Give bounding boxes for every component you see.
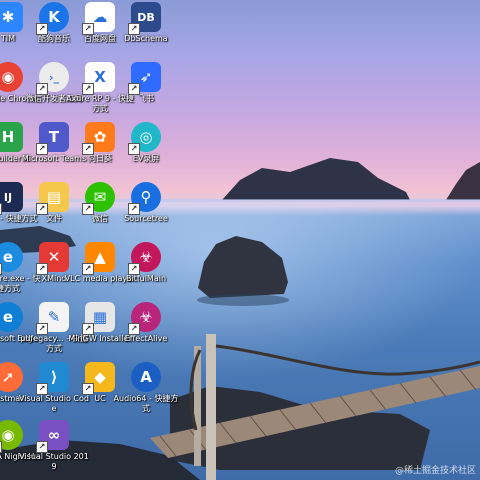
shortcut-arrow-icon: ↗ [128, 323, 140, 335]
shortcut-arrow-icon: ↗ [82, 203, 94, 215]
center-rock [198, 236, 288, 298]
visual-studio-icon: ∞ ↗ [36, 420, 69, 453]
shortcut-arrow-icon: ↗ [128, 83, 140, 95]
desktop-icon-label: Audio64 - 快捷方式 [113, 394, 179, 413]
shortcut-arrow-icon: ↗ [128, 23, 140, 35]
shortcut-arrow-icon: ↗ [82, 323, 94, 335]
center-rock-reflection [197, 294, 289, 306]
shortcut-arrow-icon: ↗ [36, 23, 48, 35]
shortcut-arrow-icon: ↗ [82, 263, 94, 275]
feishu-icon: ➶ ↗ [128, 62, 161, 95]
desktop: ✱TIMK↗酷狗音乐☁↗百度网盘DB↗DbSchema◉Google Chrom… [0, 0, 480, 480]
shortcut-arrow-icon: ↗ [128, 263, 140, 275]
shortcut-arrow-icon: ↗ [36, 383, 48, 395]
shortcut-arrow-icon: ↗ [0, 263, 2, 275]
desktop-icon-ev-recorder[interactable]: ◎ ↗ EV录屏 [110, 122, 182, 164]
shortcut-arrow-icon: ↗ [36, 323, 48, 335]
shortcut-arrow-icon: ↗ [36, 143, 48, 155]
shortcut-arrow-icon: ↗ [82, 23, 94, 35]
walkway-post-1 [206, 334, 216, 480]
shortcut-arrow-icon: ↗ [36, 263, 48, 275]
desktop-icon-effectalive[interactable]: ☣ ↗ EffectAlive [110, 302, 182, 344]
walkway-rope [215, 344, 480, 376]
dbschema-icon: DB ↗ [128, 2, 161, 35]
shortcut-arrow-icon: ↗ [82, 83, 94, 95]
desktop-icon-label: BitfuiMain [125, 274, 167, 283]
sourcetree-icon: ⚲ ↗ [128, 182, 161, 215]
desktop-icon-label: Visual Studio 2019 [19, 452, 89, 471]
desktop-icon-feishu[interactable]: ➶ ↗ 飞书 [110, 62, 182, 104]
island-right-back [222, 158, 410, 200]
desktop-icon-bitfui[interactable]: ☣ ↗ BitfuiMain [110, 242, 182, 284]
desktop-icon-label: Sourcetree [124, 214, 168, 223]
shortcut-arrow-icon: ↗ [128, 143, 140, 155]
shortcut-arrow-icon: ↗ [36, 441, 48, 453]
desktop-icon-dbschema[interactable]: DB ↗ DbSchema [110, 2, 182, 44]
shortcut-arrow-icon: ↗ [0, 441, 2, 453]
shortcut-arrow-icon: ↗ [82, 143, 94, 155]
shortcut-arrow-icon: ↗ [128, 203, 140, 215]
audio64-icon: A [131, 362, 161, 392]
shortcut-arrow-icon: ↗ [36, 83, 48, 95]
island-far-right [446, 162, 480, 200]
desktop-icon-label: EffectAlive [124, 334, 168, 343]
desktop-icon-visual-studio[interactable]: ∞ ↗ Visual Studio 2019 [18, 420, 90, 472]
ev-recorder-icon: ◎ ↗ [128, 122, 161, 155]
desktop-icon-audio64[interactable]: A Audio64 - 快捷方式 [110, 362, 182, 414]
desktop-icon-label: DbSchema [124, 34, 168, 43]
desktop-icon-sourcetree[interactable]: ⚲ ↗ Sourcetree [110, 182, 182, 224]
shortcut-arrow-icon: ↗ [0, 203, 2, 215]
watermark: @稀土掘金技术社区 [394, 466, 476, 476]
effectalive-icon: ☣ ↗ [128, 302, 161, 335]
desktop-icon-label: EV录屏 [132, 154, 160, 163]
desktop-icon-label: 飞书 [138, 94, 154, 103]
shortcut-arrow-icon: ↗ [82, 383, 94, 395]
shortcut-arrow-icon: ↗ [36, 203, 48, 215]
bitfui-icon: ☣ ↗ [128, 242, 161, 275]
